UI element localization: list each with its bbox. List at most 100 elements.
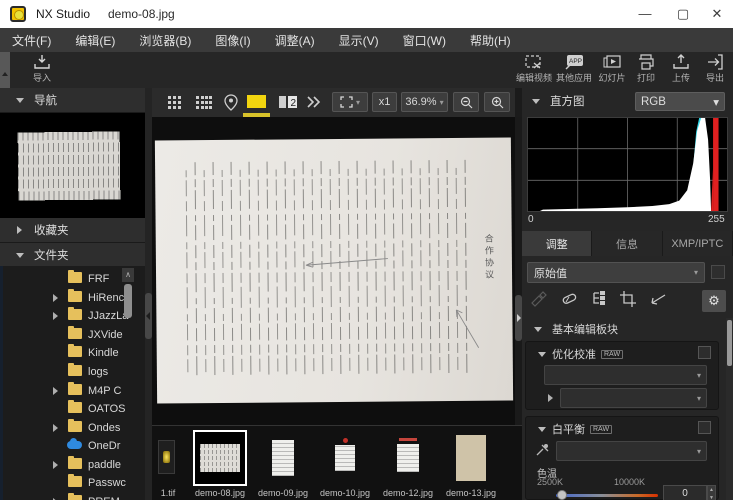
map-view-icon[interactable] <box>224 94 238 111</box>
filmstrip-label: 1.tif <box>152 488 184 498</box>
sub-expand-icon[interactable] <box>548 394 553 402</box>
version-tree-icon[interactable] <box>590 291 608 307</box>
histogram-header[interactable]: 直方图 RGB▾ <box>522 88 733 114</box>
color-temp-spinner[interactable]: ▲▼ <box>707 485 716 500</box>
tab-xmp-iptc[interactable]: XMP/IPTC <box>663 231 733 256</box>
export-button[interactable]: 导出 <box>693 54 733 87</box>
panel-scrollbar[interactable] <box>726 318 733 500</box>
crop-icon[interactable] <box>620 291 638 307</box>
filmstrip: 1.tif demo-08.jpg demo-09.jpg demo-10.jp… <box>152 425 522 500</box>
copy-adjustments-icon[interactable] <box>530 291 548 307</box>
filmstrip-thumbnail[interactable] <box>330 435 360 481</box>
menu-image[interactable]: 图像(I) <box>215 32 250 49</box>
filmstrip-thumbnail[interactable] <box>456 435 486 481</box>
straighten-icon[interactable] <box>650 291 668 307</box>
navigation-preview[interactable] <box>0 113 145 218</box>
expand-arrow-icon[interactable] <box>53 424 58 432</box>
color-temp-slider-knob[interactable] <box>557 490 567 500</box>
white-balance-header[interactable]: 白平衡 RAW <box>526 421 718 437</box>
minimize-button[interactable]: — <box>628 0 662 28</box>
menu-window[interactable]: 窗口(W) <box>403 32 446 49</box>
list-view-icon[interactable] <box>196 96 199 99</box>
expand-arrow-icon[interactable] <box>53 294 58 302</box>
folder-item[interactable]: OATOS <box>0 399 140 418</box>
folder-icon <box>68 421 82 432</box>
toolbar-collapse-strip[interactable] <box>0 52 10 88</box>
gray-point-eyedropper-icon[interactable] <box>535 443 550 457</box>
navigation-section-header[interactable]: 导航 <box>0 88 145 113</box>
menu-file[interactable]: 文件(F) <box>12 32 51 49</box>
expand-arrow-icon[interactable] <box>53 461 58 469</box>
menu-view[interactable]: 显示(V) <box>339 32 379 49</box>
right-panel-splitter[interactable] <box>515 117 522 425</box>
tab-adjustments[interactable]: 调整 <box>522 231 592 256</box>
zoom-in-icon <box>491 96 504 109</box>
folder-item[interactable]: JXVide <box>0 325 140 344</box>
thumbnail-grid-icon[interactable] <box>168 96 171 99</box>
color-temp-value[interactable]: 0 <box>663 485 707 500</box>
filmstrip-thumbnail[interactable] <box>393 435 423 481</box>
tab-info[interactable]: 信息 <box>592 231 662 256</box>
picture-control-checkbox[interactable] <box>698 346 711 359</box>
upload-icon <box>672 54 690 70</box>
filmstrip-thumbnail[interactable] <box>268 435 298 481</box>
expand-arrow-icon[interactable] <box>53 312 58 320</box>
maximize-button[interactable]: ▢ <box>666 0 700 28</box>
import-button[interactable]: 导入 <box>20 54 64 87</box>
edit-video-button[interactable]: 编辑视频 <box>512 54 556 87</box>
retouch-brush-icon[interactable] <box>560 291 578 307</box>
folder-item[interactable]: JJazzLa <box>0 306 140 325</box>
histogram-channel-select[interactable]: RGB▾ <box>635 92 725 111</box>
zoom-ratio-button[interactable]: x1 <box>372 92 397 112</box>
white-balance-checkbox[interactable] <box>698 421 711 434</box>
image-view-icon-active[interactable] <box>247 95 266 108</box>
more-views-chevrons-icon[interactable] <box>306 96 322 108</box>
favorites-section-header[interactable]: 收藏夹 <box>0 218 145 243</box>
folder-item-onedrive[interactable]: OneDr <box>0 436 140 455</box>
left-panel-splitter[interactable] <box>145 88 152 500</box>
menu-help[interactable]: 帮助(H) <box>470 32 511 49</box>
folder-item[interactable]: logs <box>0 362 140 381</box>
folder-item[interactable]: PREM <box>0 492 140 500</box>
left-collapse-handle[interactable] <box>145 293 152 339</box>
folder-icon <box>68 476 82 487</box>
basic-edit-section-header[interactable]: 基本编辑板块 <box>522 318 733 340</box>
close-button[interactable]: ✕ <box>700 0 733 28</box>
picture-control-select[interactable]: ▾ <box>544 365 707 385</box>
folder-item[interactable]: FRF <box>0 269 140 288</box>
zoom-level-select[interactable]: 36.9%▾ <box>401 92 448 112</box>
folder-scrollbar-thumb[interactable] <box>124 284 132 318</box>
picture-control-header[interactable]: 优化校准 RAW <box>526 346 718 362</box>
compare-view-icon[interactable]: 2 <box>278 95 298 109</box>
picture-control-sub-select[interactable]: ▾ <box>560 388 707 408</box>
folder-item[interactable]: M4P C <box>0 381 140 400</box>
menu-adjust[interactable]: 调整(A) <box>275 32 315 49</box>
folder-item[interactable]: Kindle <box>0 343 140 362</box>
filmstrip-thumbnail-selected[interactable] <box>193 430 247 486</box>
adjustment-preset-select[interactable]: 原始值▾ <box>527 262 705 283</box>
image-viewer[interactable]: 合作协议 <box>152 117 515 425</box>
folder-item[interactable]: Ondes <box>0 418 140 437</box>
collapse-triangle-icon <box>16 98 24 103</box>
menu-browser[interactable]: 浏览器(B) <box>139 32 191 49</box>
color-temp-slider[interactable] <box>556 494 658 497</box>
panel-scrollbar-thumb[interactable] <box>727 320 732 366</box>
histogram-min: 0 <box>528 214 534 225</box>
zoom-out-button[interactable] <box>453 92 479 112</box>
document-photo: 合作协议 <box>155 137 513 403</box>
settings-gear-button[interactable]: ⚙ <box>702 290 726 312</box>
folder-item[interactable]: Passwc <box>0 473 140 492</box>
folder-item[interactable]: paddle <box>0 455 140 474</box>
folder-scrollbar-up[interactable]: ∧ <box>122 268 134 282</box>
navigation-preview-paper <box>8 123 131 208</box>
white-balance-select[interactable]: ▾ <box>556 441 707 461</box>
zoom-in-button[interactable] <box>484 92 510 112</box>
folders-section-header[interactable]: 文件夹 <box>0 243 145 268</box>
expand-arrow-icon[interactable] <box>53 387 58 395</box>
fit-to-screen-select[interactable]: ▾ <box>332 92 368 112</box>
preset-apply-checkbox[interactable] <box>711 265 725 279</box>
filmstrip-thumbnail[interactable] <box>158 440 175 474</box>
folder-item[interactable]: HiRenc <box>0 288 140 307</box>
right-collapse-handle[interactable] <box>515 295 522 341</box>
menu-edit[interactable]: 编辑(E) <box>75 32 115 49</box>
